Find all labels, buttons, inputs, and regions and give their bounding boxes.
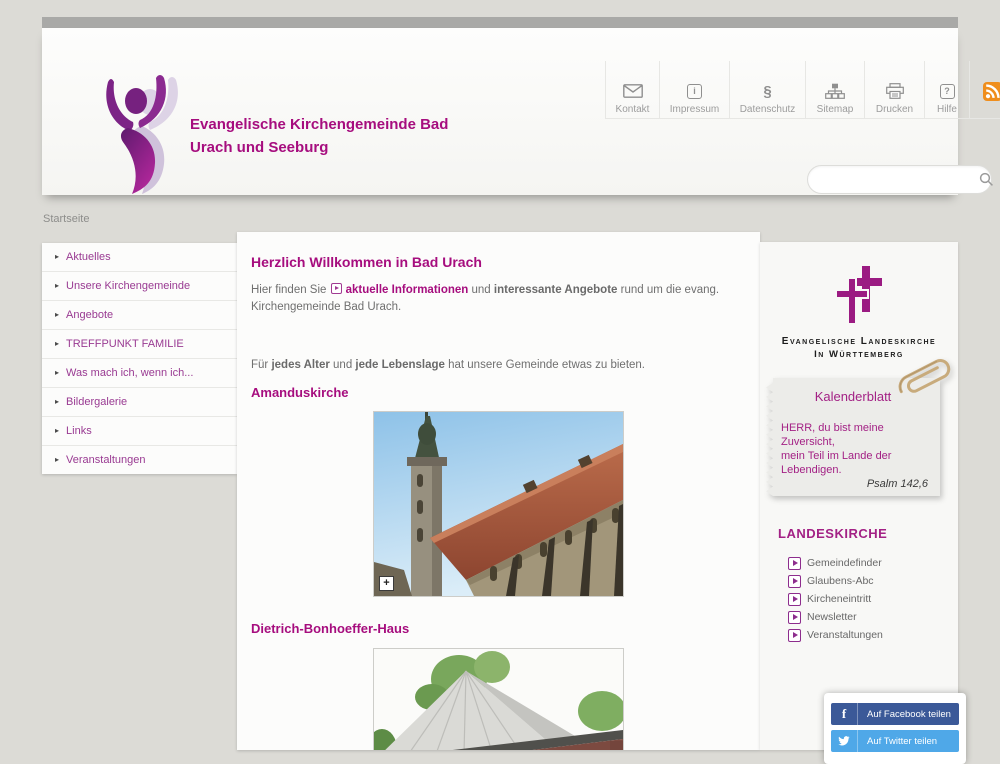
link-label: Glaubens-Abc [807,575,874,587]
nav-item-sitemap[interactable]: Sitemap [805,61,864,118]
link-newsletter[interactable]: Newsletter [760,608,958,626]
nav-item-datenschutz[interactable]: § Datenschutz [729,61,805,118]
share-twitter-label: Auf Twitter teilen [858,736,937,747]
top-strip [42,17,958,28]
landeskirche-links: Gemeindefinder Glaubens-Abc Kircheneintr… [760,554,958,644]
link-gemeindefinder[interactable]: Gemeindefinder [760,554,958,572]
mail-icon [623,81,643,101]
text: hat unsere Gemeinde etwas zu bieten. [445,359,645,371]
main-menu: Aktuelles Unsere Kirchengemeinde Angebot… [42,243,237,474]
share-facebook-label: Auf Facebook teilen [858,709,951,720]
second-paragraph: Für jedes Alter und jede Lebenslage hat … [251,357,746,374]
breadcrumb: Startseite [43,213,89,225]
section-title-amanduskirche: Amanduskirche [251,385,746,400]
triangle-icon [788,557,801,570]
info-icon: i [687,81,702,101]
nav-label: Hilfe [937,104,957,115]
facebook-icon: f [831,703,858,725]
nav-label: Datenschutz [740,104,796,115]
landeskirche-logo[interactable]: Evangelische Landeskirche In Württemberg [760,242,958,361]
text: Für [251,359,271,371]
nav-item-impressum[interactable]: i Impressum [659,61,729,118]
church-photo-image [374,412,623,596]
bold-text: jedes Alter [271,359,329,371]
triangle-icon [788,629,801,642]
printer-icon [886,81,904,101]
link-veranstaltungen[interactable]: Veranstaltungen [760,626,958,644]
section-title-bonhoeffer-haus: Dietrich-Bonhoeffer-Haus [251,621,746,636]
nav-label: Kontakt [616,104,650,115]
search-icon[interactable] [979,172,994,187]
landeskirche-logo-text: Evangelische Landeskirche In Württemberg [760,335,958,361]
paragraph-icon: § [763,81,771,101]
service-nav: Kontakt i Impressum § Datenschutz Sitema… [605,61,1000,119]
link-glaubens-abc[interactable]: Glaubens-Abc [760,572,958,590]
kalenderblatt-note: Kalenderblatt HERR, du bist meine Zuvers… [766,378,940,496]
double-cross-icon [836,266,882,324]
link-arrow-icon [331,283,342,294]
rss-icon[interactable] [983,82,1000,101]
sidebar-item-links[interactable]: Links [42,416,237,445]
page-title: Herzlich Willkommen in Bad Urach [251,232,746,270]
logo-text-line1: Evangelische Landeskirche [760,335,958,348]
right-sidebar: Evangelische Landeskirche In Württemberg… [760,242,958,750]
site-title-line1: Evangelische Kirchengemeinde Bad [190,113,510,136]
sidebar-item-veranstaltungen[interactable]: Veranstaltungen [42,445,237,474]
bold-text: jede Lebenslage [355,359,444,371]
main-content: Herzlich Willkommen in Bad Urach Hier fi… [237,232,760,750]
help-icon: ? [940,81,955,101]
triangle-icon [788,575,801,588]
kalenderblatt-verse: HERR, du bist meine Zuversicht, mein Tei… [766,421,940,477]
sidebar-item-angebote[interactable]: Angebote [42,300,237,329]
sidebar-item-treffpunkt-familie[interactable]: TREFFPUNKT FAMILIE [42,329,237,358]
sidebar-item-aktuelles[interactable]: Aktuelles [42,243,237,271]
triangle-icon [788,611,801,624]
bonhoeffer-haus-photo[interactable] [373,648,624,750]
sidebar-item-was-mach-ich[interactable]: Was mach ich, wenn ich... [42,358,237,387]
intro-text: und [468,284,494,296]
share-twitter-button[interactable]: Auf Twitter teilen [831,730,959,752]
house-photo-image [374,649,623,750]
share-box: f Auf Facebook teilen Auf Twitter teilen [824,693,966,764]
aktuelle-informationen-link[interactable]: aktuelle Informationen [346,284,469,296]
nav-item-kontakt[interactable]: Kontakt [605,61,659,118]
intro-paragraph: Hier finden Sie aktuelle Informationen u… [251,282,751,316]
sidebar-item-bildergalerie[interactable]: Bildergalerie [42,387,237,416]
verse-line1: HERR, du bist meine Zuversicht, [781,421,940,449]
search-input[interactable] [808,170,979,190]
link-label: Kircheneintritt [807,593,871,605]
search-box [807,165,992,194]
link-label: Veranstaltungen [807,629,883,641]
kalenderblatt-source: Psalm 142,6 [766,478,940,490]
nav-item-hilfe[interactable]: ? Hilfe [924,61,969,118]
text: und [330,359,356,371]
triangle-icon [788,593,801,606]
site-title-line2: Urach und Seeburg [190,136,510,159]
intro-text: Hier finden Sie [251,284,330,296]
verse-line2: mein Teil im Lande der Lebendigen. [781,449,940,477]
twitter-bird-icon [831,730,858,752]
header: Evangelische Kirchengemeinde Bad Urach u… [42,28,958,195]
site-title: Evangelische Kirchengemeinde Bad Urach u… [190,113,510,159]
church-community-logo[interactable] [98,72,186,194]
abstract-figure-icon [98,72,186,194]
link-kircheneintritt[interactable]: Kircheneintritt [760,590,958,608]
amanduskirche-photo[interactable]: + [373,411,624,597]
zoom-plus-icon[interactable]: + [379,576,394,591]
landeskirche-links-heading: LANDESKIRCHE [778,526,958,541]
nav-label: Impressum [670,104,719,115]
link-label: Newsletter [807,611,857,623]
rss-cell [969,61,1000,118]
nav-label: Sitemap [817,104,854,115]
sidebar-item-unsere-kirchengemeinde[interactable]: Unsere Kirchengemeinde [42,271,237,300]
nav-item-drucken[interactable]: Drucken [864,61,924,118]
nav-label: Drucken [876,104,913,115]
sitemap-icon [825,81,845,101]
link-label: Gemeindefinder [807,557,882,569]
intro-bold-text: interessante Angebote [494,284,618,296]
share-facebook-button[interactable]: f Auf Facebook teilen [831,703,959,725]
